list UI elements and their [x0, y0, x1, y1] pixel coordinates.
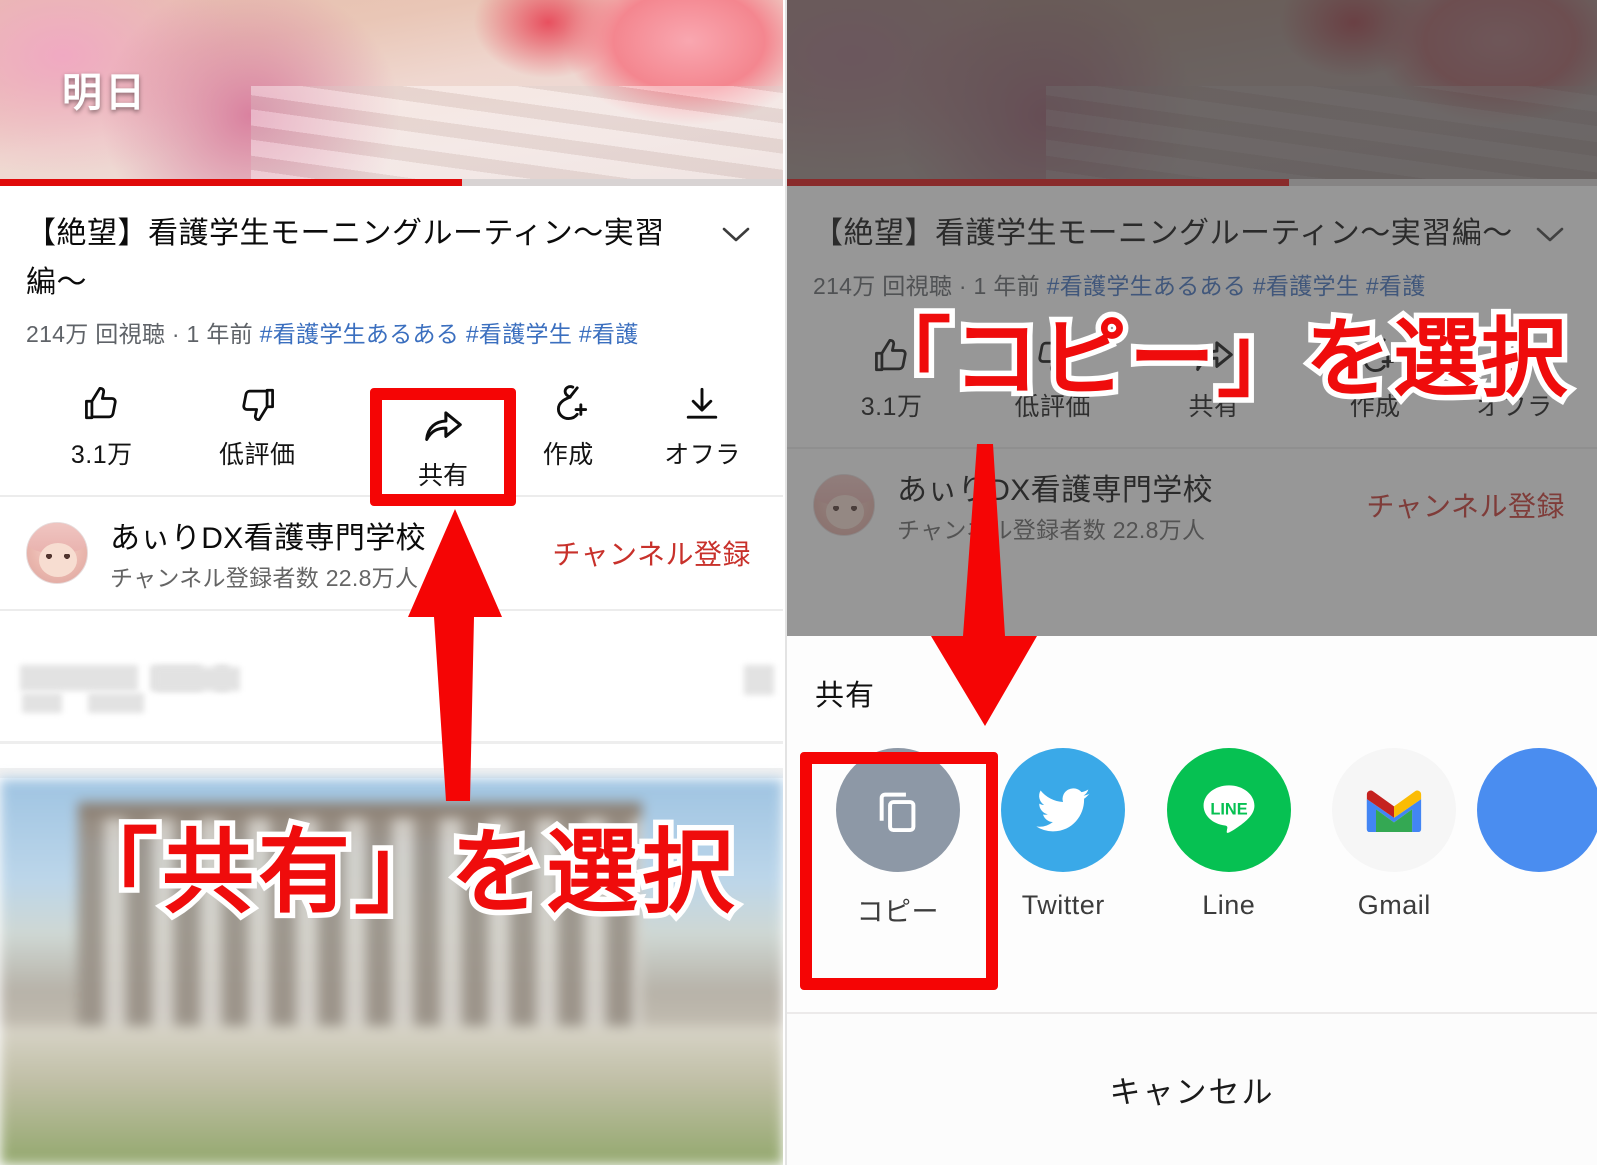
cancel-button[interactable]: キャンセル	[787, 1014, 1597, 1165]
arrow-up-to-share-button	[408, 509, 502, 801]
action-like[interactable]: 3.1万	[24, 377, 179, 471]
share-icon	[382, 400, 504, 452]
line-icon: LINE	[1166, 748, 1291, 872]
panel-step-2: 【絶望】看護学生モーニングルーティン〜実習編〜 214万 回視聴 · 1 年前 …	[785, 0, 1597, 1165]
twitter-icon	[1001, 748, 1126, 872]
video-frame-bedding	[250, 85, 783, 186]
thumbs-down-icon	[179, 377, 334, 431]
channel-avatar[interactable]	[26, 522, 88, 585]
annotation-left: 「共有」を選択	[60, 814, 739, 932]
video-frame-dim	[787, 0, 1597, 186]
hashtag-2[interactable]: #看護学生	[466, 321, 572, 347]
share-app-line-label: Line	[1202, 890, 1256, 920]
action-offline-label: オフラ	[664, 441, 741, 470]
share-app-gmail[interactable]: Gmail	[1312, 748, 1478, 921]
share-app-more[interactable]	[1477, 748, 1597, 890]
video-player-dim	[787, 0, 1597, 186]
share-app-gmail-label: Gmail	[1357, 890, 1431, 920]
action-dislike[interactable]: 低評価	[179, 377, 334, 471]
arrow-down-to-copy-button	[931, 444, 1037, 726]
action-dislike-label: 低評価	[218, 441, 296, 470]
video-title: 【絶望】看護学生モーニングルーティン〜実習編〜	[26, 217, 665, 299]
share-app-line[interactable]: LINE Line	[1146, 748, 1312, 921]
action-offline[interactable]: オフラ	[646, 377, 759, 471]
video-meta: 214万 回視聴 · 1 年前 #看護学生あるある #看護学生 #看護	[0, 307, 783, 349]
subscribe-button-dim: チャンネル登録	[1366, 490, 1565, 522]
view-count: 214万 回視聴	[26, 321, 166, 348]
channel-row-dim: あぃりDX看護専門学校 チャンネル登録者数 22.8万人 チャンネル登録	[787, 448, 1597, 561]
share-sheet-title: 共有	[815, 680, 876, 712]
highlight-box-copy	[800, 752, 998, 990]
annotation-right: 「コピー」を選択	[860, 304, 1573, 415]
share-app-twitter[interactable]: Twitter	[981, 748, 1147, 921]
video-progress-bar[interactable]	[0, 179, 783, 186]
video-player[interactable]: 明日	[0, 0, 783, 186]
gmail-icon	[1332, 748, 1457, 872]
thumbs-up-icon	[24, 377, 179, 431]
svg-text:LINE: LINE	[1210, 800, 1247, 818]
hashtag-1[interactable]: #看護学生あるある	[260, 321, 460, 347]
channel-avatar	[813, 473, 875, 536]
hashtag-3[interactable]: #看護	[579, 321, 639, 347]
meta-separator: ·	[171, 321, 180, 348]
chevron-down-icon[interactable]	[715, 210, 757, 307]
upload-age: 1 年前	[186, 321, 253, 348]
chevron-down-icon	[1529, 210, 1571, 259]
highlight-share-label: 共有	[417, 462, 468, 490]
download-icon	[646, 377, 759, 431]
panel-step-1: 明日 【絶望】看護学生モーニングルーティン〜実習編〜 214万 回視聴 · 1 …	[0, 0, 783, 1165]
video-title-dim: 【絶望】看護学生モーニングルーティン〜実習編〜	[813, 217, 1513, 250]
subscribe-button[interactable]: チャンネル登録	[552, 533, 757, 573]
video-progress-bar-dim	[787, 179, 1597, 186]
highlight-share-content[interactable]: 共有	[382, 400, 504, 492]
tutorial-screenshot: 明日 【絶望】看護学生モーニングルーティン〜実習編〜 214万 回視聴 · 1 …	[0, 0, 1597, 1165]
video-title-row[interactable]: 【絶望】看護学生モーニングルーティン〜実習編〜	[0, 186, 783, 307]
action-like-label: 3.1万	[70, 441, 133, 470]
share-app-twitter-label: Twitter	[1021, 890, 1105, 920]
video-caption: 明日	[62, 71, 148, 115]
more-app-icon	[1477, 748, 1597, 872]
